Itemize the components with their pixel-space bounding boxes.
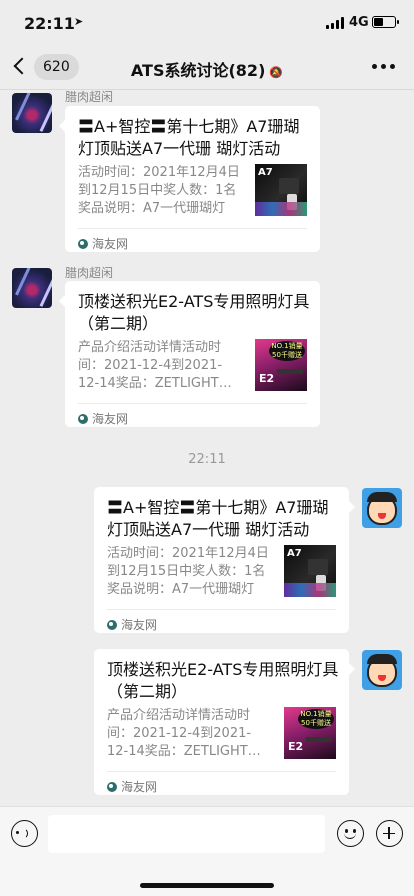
chat-header: 620 ATS系统讨论(82) 🔕	[0, 44, 414, 90]
source-name: 海友网	[92, 237, 129, 251]
link-card[interactable]: 〓A+智控〓第十七期》A7珊瑚灯顶贴送A7一代珊 瑚灯活动 活动时间：2021年…	[59, 106, 320, 252]
link-card[interactable]: 顶楼送积光E2-ATS专用照明灯具（第二期） 产品介绍活动详情活动时间：2021…	[94, 649, 355, 795]
card-source: 海友网	[78, 235, 128, 252]
avatar[interactable]	[362, 488, 402, 528]
source-name: 海友网	[121, 780, 158, 794]
link-card[interactable]: 顶楼送积光E2-ATS专用照明灯具（第二期） 产品介绍活动详情活动时间：2021…	[59, 281, 320, 427]
avatar[interactable]	[12, 268, 52, 308]
thumbnail-badge: NO.1销量 50千赠送	[298, 709, 334, 729]
avatar[interactable]	[362, 650, 402, 690]
card-title: 顶楼送积光E2-ATS专用照明灯具（第二期）	[78, 292, 310, 333]
battery-fill	[374, 18, 383, 26]
card-thumbnail: A7	[255, 164, 307, 216]
chat-title-text: ATS系统讨论(82)	[130, 61, 266, 80]
card-description: 产品介绍活动详情活动时间：2021-12-4到2021-12-14奖品：ZETL…	[107, 708, 261, 759]
source-name: 海友网	[121, 618, 158, 632]
card-title: 顶楼送积光E2-ATS专用照明灯具（第二期）	[107, 660, 339, 701]
card-source: 海友网	[107, 778, 157, 795]
card-description: 产品介绍活动详情活动时间：2021-12-4到2021-12-14奖品：ZETL…	[78, 340, 232, 391]
signal-icon	[326, 17, 344, 29]
chat-title: ATS系统讨论(82) 🔕	[0, 57, 414, 81]
plus-icon[interactable]	[376, 820, 403, 847]
card-source: 海友网	[107, 616, 157, 633]
sender-name: 腊肉超闲	[65, 266, 114, 280]
card-divider	[78, 403, 307, 404]
thumbnail-label: E2	[259, 372, 275, 385]
chat-timestamp: 22:11	[188, 452, 226, 467]
link-card[interactable]: 〓A+智控〓第十七期》A7珊瑚灯顶贴送A7一代珊 瑚灯活动 活动时间：2021年…	[94, 487, 355, 633]
card-thumbnail: A7	[284, 545, 336, 597]
card-divider	[107, 609, 336, 610]
avatar[interactable]	[12, 93, 52, 133]
home-indicator[interactable]	[140, 883, 274, 888]
card-thumbnail: NO.1销量 50千赠送 E2	[284, 707, 336, 759]
card-thumbnail: NO.1销量 50千赠送 E2	[255, 339, 307, 391]
input-bar	[0, 806, 414, 896]
source-logo-icon	[107, 782, 117, 792]
mute-bell-icon: 🔕	[269, 66, 284, 79]
card-description: 活动时间：2021年12月4日到12月15日中奖人数：1名奖品说明：A7一代珊瑚…	[78, 165, 240, 216]
card-title: 〓A+智控〓第十七期》A7珊瑚灯顶贴送A7一代珊 瑚灯活动	[107, 498, 329, 539]
emoji-icon[interactable]	[337, 820, 364, 847]
status-time: 22:11	[24, 14, 75, 33]
card-source: 海友网	[78, 410, 128, 427]
status-bar: 22:11 ➤ 4G	[0, 0, 414, 44]
voice-icon[interactable]	[11, 820, 38, 847]
battery-icon	[372, 16, 399, 28]
network-type: 4G	[349, 15, 369, 30]
thumbnail-label: A7	[287, 548, 302, 559]
message-input[interactable]	[48, 815, 325, 853]
card-description: 活动时间：2021年12月4日到12月15日中奖人数：1名奖品说明：A7一代珊瑚…	[107, 546, 269, 597]
source-name: 海友网	[92, 412, 129, 426]
card-divider	[107, 771, 336, 772]
thumbnail-label: E2	[288, 740, 304, 753]
card-title: 〓A+智控〓第十七期》A7珊瑚灯顶贴送A7一代珊 瑚灯活动	[78, 117, 300, 158]
thumbnail-label: A7	[258, 167, 273, 178]
thumbnail-badge: NO.1销量 50千赠送	[269, 341, 305, 361]
more-dots-icon[interactable]	[372, 64, 396, 70]
sender-name: 腊肉超闲	[65, 90, 114, 104]
source-logo-icon	[107, 620, 117, 630]
location-arrow-icon: ➤	[74, 15, 84, 28]
source-logo-icon	[78, 414, 88, 424]
source-logo-icon	[78, 239, 88, 249]
card-divider	[78, 228, 307, 229]
